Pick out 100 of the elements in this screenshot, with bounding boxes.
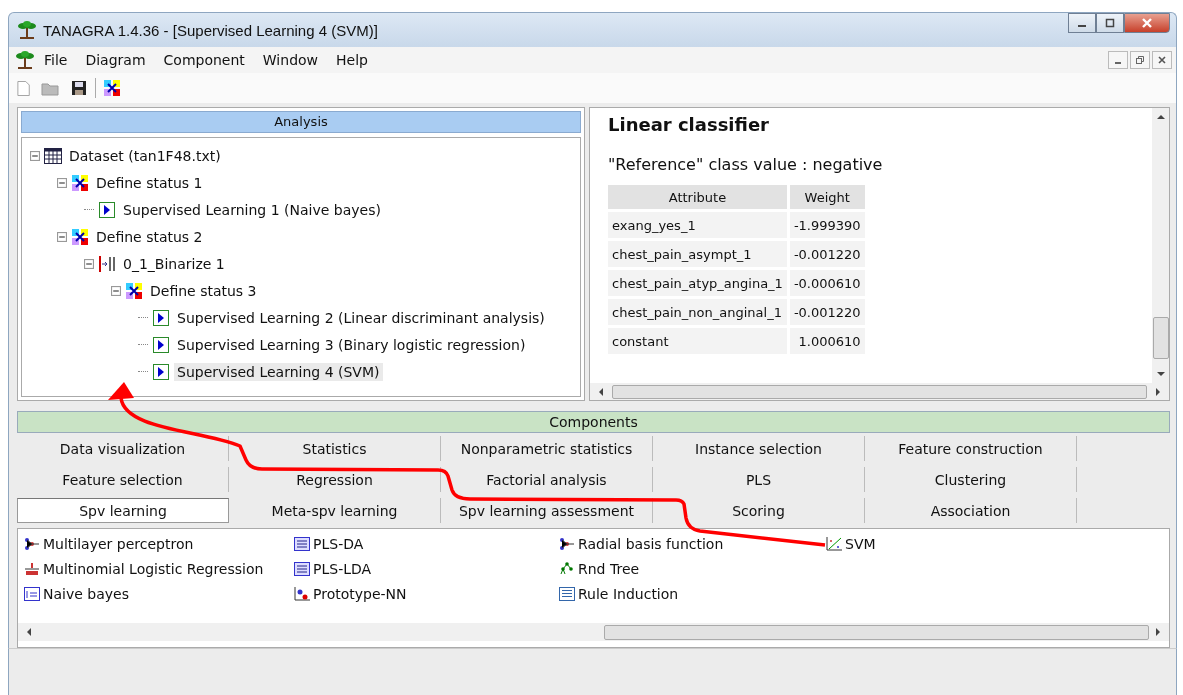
algorithm-list-item[interactable]: Multilayer perceptron: [24, 531, 294, 556]
close-icon: [1141, 17, 1153, 29]
algorithm-list-item[interactable]: Naive bayes: [24, 581, 294, 606]
column-header: Attribute: [608, 185, 787, 209]
scroll-left-icon[interactable]: [26, 628, 32, 636]
tree-item[interactable]: Define status 1: [93, 173, 206, 192]
component-tab[interactable]: Feature selection: [17, 467, 229, 492]
tree-item[interactable]: Supervised Learning 1 (Naive bayes): [120, 200, 384, 219]
component-tab[interactable]: Meta-spv learning: [229, 498, 441, 523]
report-heading: Linear classifier: [608, 114, 770, 135]
table-cell: chest_pain_asympt_1: [608, 241, 787, 267]
collapse-icon[interactable]: [30, 150, 40, 161]
horizontal-scrollbar[interactable]: [18, 623, 1169, 641]
menu-item[interactable]: Diagram: [76, 52, 155, 68]
maximize-icon: [1104, 17, 1116, 29]
report-subheading: "Reference" class value : negative: [608, 155, 884, 174]
tree-item[interactable]: Dataset (tan1F48.txt): [66, 146, 224, 165]
save-icon[interactable]: [69, 80, 89, 96]
algorithm-list-item[interactable]: Prototype-NN: [294, 581, 559, 606]
algorithm-list-item[interactable]: SVM: [826, 531, 876, 556]
define-status-icon[interactable]: [102, 80, 122, 96]
play-icon: [98, 201, 116, 218]
algorithm-list-item[interactable]: PLS-LDA: [294, 556, 559, 581]
table-cell: chest_pain_non_anginal_1: [608, 299, 787, 325]
table-cell: -1.999390: [789, 212, 865, 238]
component-tab[interactable]: Feature construction: [865, 436, 1077, 461]
minimize-button[interactable]: [1108, 51, 1128, 69]
scroll-thumb[interactable]: [604, 624, 1149, 640]
horizontal-scrollbar[interactable]: [590, 383, 1169, 400]
restore-button[interactable]: [1130, 51, 1150, 69]
component-tab[interactable]: Association: [865, 498, 1077, 523]
palm-tree-icon: [15, 50, 35, 70]
algorithm-list-item[interactable]: Rule Induction: [559, 581, 826, 606]
play-icon: [152, 336, 170, 353]
table-icon: [44, 147, 62, 164]
scroll-right-icon[interactable]: [1155, 387, 1161, 396]
restore-icon: [1135, 55, 1145, 65]
scroll-down-icon[interactable]: [1156, 371, 1165, 377]
palm-tree-icon: [17, 20, 37, 40]
table-cell: exang_yes_1: [608, 212, 787, 238]
define-status-icon: [71, 228, 89, 245]
new-file-icon[interactable]: [15, 79, 33, 97]
close-button[interactable]: [1152, 51, 1172, 69]
tree-item[interactable]: Supervised Learning 4 (SVM): [174, 362, 383, 381]
table-cell: -0.001220: [789, 299, 865, 325]
panel-header: Components: [17, 411, 1170, 433]
menu-item[interactable]: Window: [253, 52, 328, 68]
vertical-scrollbar[interactable]: [1152, 108, 1169, 383]
pls-icon: [294, 561, 310, 576]
collapse-icon[interactable]: [57, 177, 67, 188]
menu-item[interactable]: Component: [154, 52, 254, 68]
scatter-plot-icon: [826, 536, 842, 551]
component-tab[interactable]: Instance selection: [653, 436, 865, 461]
scatter-icon: [294, 586, 310, 601]
table-cell: constant: [608, 328, 787, 354]
algorithm-list-item[interactable]: Rnd Tree: [559, 556, 826, 581]
define-status-icon: [125, 282, 143, 299]
network-icon: [559, 536, 575, 551]
scroll-thumb[interactable]: [1152, 317, 1169, 359]
collapse-icon[interactable]: [111, 285, 121, 296]
scroll-right-icon[interactable]: [1155, 628, 1161, 636]
play-icon: [152, 363, 170, 380]
panel-header: Analysis: [21, 111, 581, 133]
component-tab[interactable]: Regression: [229, 467, 441, 492]
scroll-up-icon[interactable]: [1156, 114, 1165, 120]
component-tab[interactable]: Factorial analysis: [441, 467, 653, 492]
menu-item[interactable]: Help: [327, 52, 377, 68]
tree-item[interactable]: Define status 2: [93, 227, 206, 246]
formula-icon: [24, 561, 40, 576]
scroll-left-icon[interactable]: [598, 387, 604, 396]
minimize-icon: [1078, 25, 1086, 27]
scroll-thumb[interactable]: [612, 384, 1147, 399]
component-tab[interactable]: Scoring: [653, 498, 865, 523]
tree-item[interactable]: Supervised Learning 2 (Linear discriminant analysis): [174, 308, 548, 327]
algorithm-list-item[interactable]: PLS-DA: [294, 531, 559, 556]
close-icon: [1157, 55, 1167, 65]
component-tab[interactable]: Nonparametric statistics: [441, 436, 653, 461]
maximize-button[interactable]: [1096, 13, 1124, 33]
tree-item[interactable]: Define status 3: [147, 281, 260, 300]
algorithm-list-item[interactable]: Multinomial Logistic Regression: [24, 556, 294, 581]
close-button[interactable]: [1124, 13, 1170, 33]
component-tab[interactable]: Spv learning assessment: [441, 498, 653, 523]
component-tab[interactable]: Spv learning: [17, 498, 229, 523]
component-tab[interactable]: Data visualization: [17, 436, 229, 461]
component-tab[interactable]: Clustering: [865, 467, 1077, 492]
collapse-icon[interactable]: [57, 231, 67, 242]
algorithm-list-item[interactable]: Radial basis function: [559, 531, 826, 556]
minimize-button[interactable]: [1068, 13, 1096, 33]
component-tab[interactable]: Statistics: [229, 436, 441, 461]
table-cell: chest_pain_atyp_angina_1: [608, 270, 787, 296]
tree-icon: [559, 561, 575, 576]
table-cell: -0.000610: [789, 270, 865, 296]
minimize-icon: [1115, 62, 1121, 64]
component-tab[interactable]: PLS: [653, 467, 865, 492]
menu-item[interactable]: File: [35, 52, 77, 68]
tree-item[interactable]: 0_1_Binarize 1: [120, 254, 228, 273]
window-title: TANAGRA 1.4.36 - [Supervised Learning 4 (SVM)]: [43, 21, 378, 39]
collapse-icon[interactable]: [84, 258, 94, 269]
tree-item[interactable]: Supervised Learning 3 (Binary logistic regression): [174, 335, 529, 354]
list-icon: [559, 586, 575, 601]
